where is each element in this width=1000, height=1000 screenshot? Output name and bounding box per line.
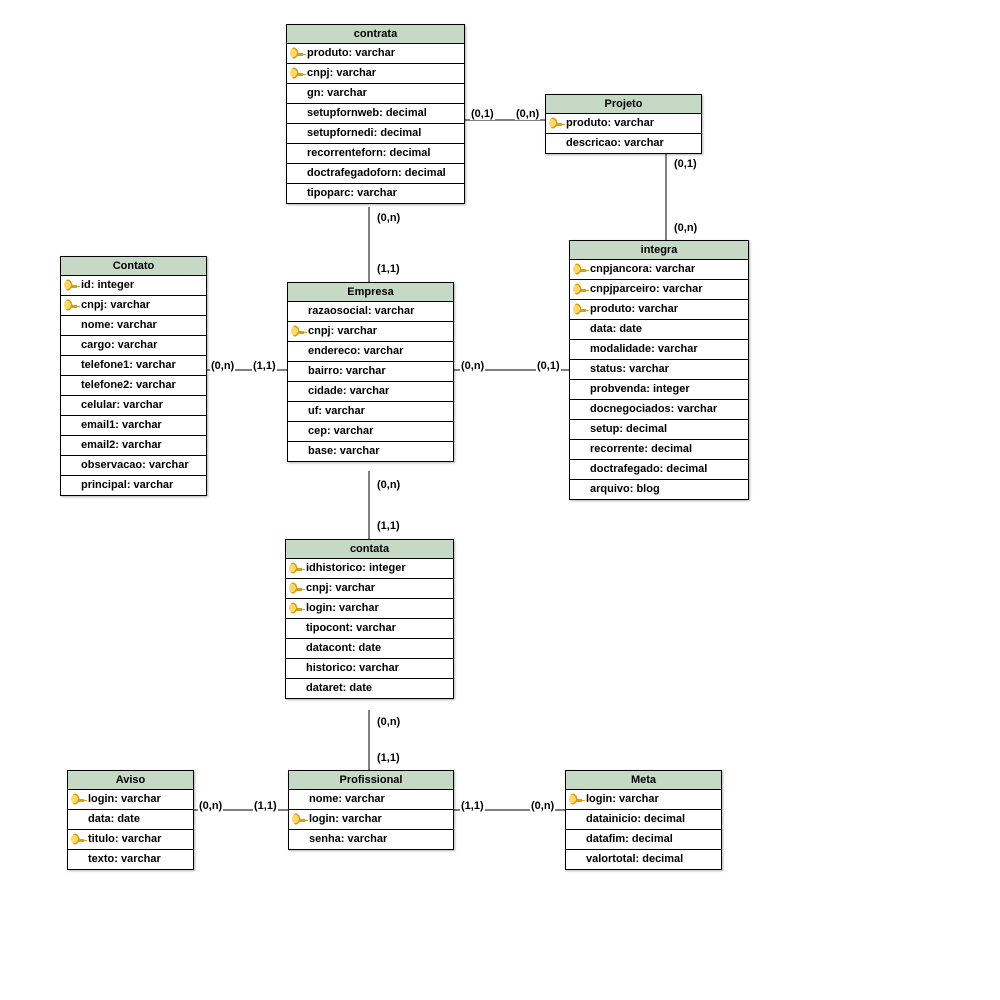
- attr: senha: varchar: [289, 830, 453, 849]
- attr: cnpj: varchar: [287, 64, 464, 84]
- cardinality: (0,1): [673, 158, 698, 170]
- cardinality: (1,1): [253, 800, 278, 812]
- entity-contata: contataidhistorico: integercnpj: varchar…: [285, 539, 454, 699]
- cardinality: (1,1): [376, 752, 401, 764]
- attr: nome: varchar: [289, 790, 453, 810]
- attr: dataret: date: [286, 679, 453, 698]
- attr: titulo: varchar: [68, 830, 193, 850]
- attr: login: varchar: [566, 790, 721, 810]
- cardinality: (0,n): [210, 360, 235, 372]
- cardinality: (0,n): [530, 800, 555, 812]
- attr: docnegociados: varchar: [570, 400, 748, 420]
- attr: probvenda: integer: [570, 380, 748, 400]
- attr: datainicio: decimal: [566, 810, 721, 830]
- cardinality: (0,1): [470, 108, 495, 120]
- attr: tipoparc: varchar: [287, 184, 464, 203]
- entity-title: Contato: [61, 257, 206, 276]
- attr: doctrafegado: decimal: [570, 460, 748, 480]
- entity-contato: Contatoid: integercnpj: varcharnome: var…: [60, 256, 207, 496]
- attr: arquivo: blog: [570, 480, 748, 499]
- attr: valortotal: decimal: [566, 850, 721, 869]
- attr: telefone1: varchar: [61, 356, 206, 376]
- attr: bairro: varchar: [288, 362, 453, 382]
- attr: cep: varchar: [288, 422, 453, 442]
- attr: idhistorico: integer: [286, 559, 453, 579]
- entity-attrs: produto: varcharcnpj: varchargn: varchar…: [287, 44, 464, 203]
- attr: datafim: decimal: [566, 830, 721, 850]
- attr: email1: varchar: [61, 416, 206, 436]
- attr: cnpjparceiro: varchar: [570, 280, 748, 300]
- attr: base: varchar: [288, 442, 453, 461]
- attr: setupfornedi: decimal: [287, 124, 464, 144]
- cardinality: (0,n): [460, 360, 485, 372]
- attr: status: varchar: [570, 360, 748, 380]
- attr: cnpj: varchar: [288, 322, 453, 342]
- attr: login: varchar: [68, 790, 193, 810]
- attr: razaosocial: varchar: [288, 302, 453, 322]
- attr: data: date: [68, 810, 193, 830]
- attr: cnpjancora: varchar: [570, 260, 748, 280]
- attr: descricao: varchar: [546, 134, 701, 153]
- attr: doctrafegadoforn: decimal: [287, 164, 464, 184]
- attr: setupfornweb: decimal: [287, 104, 464, 124]
- attr: celular: varchar: [61, 396, 206, 416]
- attr: produto: varchar: [546, 114, 701, 134]
- attr: gn: varchar: [287, 84, 464, 104]
- entity-profissional: Profissionalnome: varcharlogin: varchars…: [288, 770, 454, 850]
- attr: email2: varchar: [61, 436, 206, 456]
- attr: datacont: date: [286, 639, 453, 659]
- entity-integra: integracnpjancora: varcharcnpjparceiro: …: [569, 240, 749, 500]
- entity-title: Empresa: [288, 283, 453, 302]
- cardinality: (0,n): [515, 108, 540, 120]
- cardinality: (0,n): [376, 212, 401, 224]
- cardinality: (1,1): [460, 800, 485, 812]
- attr: produto: varchar: [287, 44, 464, 64]
- attr: telefone2: varchar: [61, 376, 206, 396]
- entity-title: Projeto: [546, 95, 701, 114]
- attr: endereco: varchar: [288, 342, 453, 362]
- attr: observacao: varchar: [61, 456, 206, 476]
- cardinality: (0,n): [198, 800, 223, 812]
- cardinality: (0,n): [376, 479, 401, 491]
- entity-meta: Metalogin: varchardatainicio: decimaldat…: [565, 770, 722, 870]
- attr: recorrenteforn: decimal: [287, 144, 464, 164]
- attr: cnpj: varchar: [61, 296, 206, 316]
- entity-title: Aviso: [68, 771, 193, 790]
- er-diagram: contrataproduto: varcharcnpj: varchargn:…: [0, 0, 1000, 1000]
- entity-title: integra: [570, 241, 748, 260]
- attr: cidade: varchar: [288, 382, 453, 402]
- cardinality: (1,1): [252, 360, 277, 372]
- cardinality: (1,1): [376, 520, 401, 532]
- attr: setup: decimal: [570, 420, 748, 440]
- entity-aviso: Avisologin: varchardata: datetitulo: var…: [67, 770, 194, 870]
- attr: data: date: [570, 320, 748, 340]
- entity-title: Profissional: [289, 771, 453, 790]
- attr: principal: varchar: [61, 476, 206, 495]
- cardinality: (0,n): [376, 716, 401, 728]
- entity-title: Meta: [566, 771, 721, 790]
- attr: modalidade: varchar: [570, 340, 748, 360]
- attr: id: integer: [61, 276, 206, 296]
- entity-title: contata: [286, 540, 453, 559]
- attr: cargo: varchar: [61, 336, 206, 356]
- attr: login: varchar: [289, 810, 453, 830]
- attr: produto: varchar: [570, 300, 748, 320]
- attr: historico: varchar: [286, 659, 453, 679]
- entity-empresa: Empresarazaosocial: varcharcnpj: varchar…: [287, 282, 454, 462]
- entity-contrata: contrataproduto: varcharcnpj: varchargn:…: [286, 24, 465, 204]
- entity-title: contrata: [287, 25, 464, 44]
- attr: texto: varchar: [68, 850, 193, 869]
- cardinality: (0,1): [536, 360, 561, 372]
- attr: cnpj: varchar: [286, 579, 453, 599]
- attr: tipocont: varchar: [286, 619, 453, 639]
- attr: nome: varchar: [61, 316, 206, 336]
- cardinality: (0,n): [673, 222, 698, 234]
- attr: recorrente: decimal: [570, 440, 748, 460]
- entity-projeto: Projetoproduto: varchardescricao: varcha…: [545, 94, 702, 154]
- attr: uf: varchar: [288, 402, 453, 422]
- cardinality: (1,1): [376, 263, 401, 275]
- attr: login: varchar: [286, 599, 453, 619]
